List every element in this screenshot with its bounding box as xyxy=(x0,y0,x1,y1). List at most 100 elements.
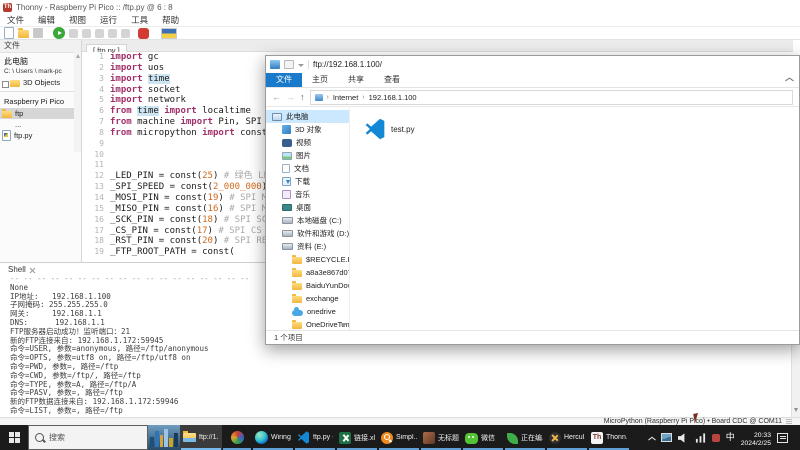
taskbar-apps: ftp://1... Wiring... ftp.py -... 链接.xl... Si… xyxy=(180,425,630,450)
files-this-pc[interactable]: 此电脑 xyxy=(4,56,79,67)
taskbar-button-paint[interactable]: 无标题... xyxy=(420,425,462,450)
taskbar-button-vscode[interactable]: ftp.py -... xyxy=(294,425,336,450)
nav-item-c[interactable]: 本地磁盘 (C:) xyxy=(266,214,349,227)
save-button[interactable] xyxy=(33,28,43,38)
thonny-statusbar: MicroPython (Raspberry Pi Pico) • Board … xyxy=(0,417,800,425)
step-into-button[interactable] xyxy=(95,29,104,38)
news-widget-thumbnail[interactable] xyxy=(148,425,180,450)
desktop-icon xyxy=(282,204,292,211)
code-token: 17 xyxy=(196,225,208,236)
explorer-file-list[interactable]: test.py xyxy=(350,106,799,331)
address-bar[interactable]: › Internet › 192.168.1.100 xyxy=(309,89,793,105)
hidden-icons-chevron-icon[interactable] xyxy=(648,434,655,441)
taskbar-button-explorer[interactable]: ftp://1... xyxy=(180,425,222,450)
photo-tray-icon[interactable] xyxy=(660,433,672,442)
nav-item-[interactable]: 音乐 xyxy=(266,188,349,201)
menu-item[interactable]: 运行 xyxy=(93,14,124,27)
taskbar-button-magor[interactable]: Simpl... xyxy=(378,425,420,450)
close-icon[interactable] xyxy=(30,267,36,273)
ribbon-collapse-icon[interactable] xyxy=(785,77,791,83)
quick-access-dropdown-icon[interactable] xyxy=(298,64,304,67)
tray-badge-icon[interactable] xyxy=(711,433,720,442)
volume-icon[interactable] xyxy=(677,432,689,443)
new-file-button[interactable] xyxy=(4,27,14,39)
nav-item-d[interactable]: 软件和游戏 (D:) xyxy=(266,227,349,240)
debug-button[interactable] xyxy=(69,29,78,38)
ribbon-tab-主页[interactable]: 主页 xyxy=(302,73,338,87)
run-button[interactable] xyxy=(53,27,65,39)
taskbar-button-swirl[interactable] xyxy=(222,425,252,450)
resume-button[interactable] xyxy=(121,29,130,38)
breadcrumb-internet[interactable]: Internet xyxy=(333,93,358,102)
files-panel-item-3dobjects[interactable]: 3D Objects xyxy=(0,77,81,88)
ribbon-tab-文件[interactable]: 文件 xyxy=(266,73,302,87)
ukraine-flag-button[interactable] xyxy=(161,27,177,39)
thonny-toolbar xyxy=(0,27,800,40)
nav-item-[interactable]: 此电脑 xyxy=(266,110,349,123)
nav-item-[interactable]: 文档 xyxy=(266,162,349,175)
nav-item-label: 资料 (E:) xyxy=(297,242,327,251)
nav-item-baiduyundow[interactable]: BaiduYunDow xyxy=(266,279,349,292)
nav-item-a8a3e867d07[interactable]: a8a3e867d07 xyxy=(266,266,349,279)
nav-item-[interactable]: 下载 xyxy=(266,175,349,188)
box3d-icon xyxy=(282,125,291,134)
action-center-icon[interactable] xyxy=(777,432,788,443)
explorer-statusbar: 1 个项目 xyxy=(266,330,799,344)
menu-item[interactable]: 帮助 xyxy=(155,14,186,27)
taskbar-clock[interactable]: 20:33 2024/2/25 xyxy=(741,428,771,448)
taskbar-button-leaf[interactable]: 正在编... xyxy=(504,425,546,450)
taskbar-button-excel[interactable]: 链接.xl... xyxy=(336,425,378,450)
code-text: import socket xyxy=(110,85,180,96)
nav-item-$recycle.bin[interactable]: $RECYCLE.BIN xyxy=(266,253,349,266)
ribbon-tab-查看[interactable]: 查看 xyxy=(374,73,410,87)
files-panel-item-...[interactable]: ... xyxy=(0,119,81,130)
nav-item-e[interactable]: 资料 (E:) xyxy=(266,240,349,253)
start-button[interactable] xyxy=(0,425,28,450)
step-out-button[interactable] xyxy=(108,29,117,38)
step-over-button[interactable] xyxy=(82,29,91,38)
quick-access-icon[interactable] xyxy=(284,60,294,69)
taskbar-button-herc[interactable]: Hercul... xyxy=(546,425,588,450)
taskbar-button-edge[interactable]: Wiring... xyxy=(252,425,294,450)
breadcrumb-host[interactable]: 192.168.1.100 xyxy=(369,93,417,102)
menu-item[interactable]: 编辑 xyxy=(31,14,62,27)
thonny-titlebar[interactable]: Th Thonny - Raspberry Pi Pico :: /ftp.py… xyxy=(0,0,800,14)
explorer-titlebar[interactable]: ftp://192.168.1.100/ xyxy=(266,56,799,73)
ribbon-tab-共享[interactable]: 共享 xyxy=(338,73,374,87)
nav-item-[interactable]: 桌面 xyxy=(266,201,349,214)
network-icon[interactable] xyxy=(695,432,706,443)
nav-item-[interactable]: 视频 xyxy=(266,136,349,149)
taskbar-button-wechat[interactable]: 微信 xyxy=(462,425,504,450)
forward-arrow-icon[interactable]: → xyxy=(286,88,295,106)
nav-item-onedrive[interactable]: onedrive xyxy=(266,305,349,318)
input-method-indicator[interactable]: 中 xyxy=(726,425,735,450)
code-token: _SPI_SPEED = const( xyxy=(110,182,213,193)
picture-icon xyxy=(282,151,292,160)
pc-icon xyxy=(272,112,282,121)
taskbar-button-label: Hercul... xyxy=(564,434,585,441)
taskbar-search-input[interactable]: 搜索 xyxy=(28,425,148,450)
code-token: micropython xyxy=(131,127,203,138)
line-number: 18 xyxy=(94,236,104,246)
up-arrow-icon[interactable]: ↑ xyxy=(300,88,305,106)
taskbar-button-thonny[interactable]: ThThonn... xyxy=(588,425,630,450)
line-number: 14 xyxy=(94,192,104,202)
back-arrow-icon[interactable]: ← xyxy=(272,88,281,106)
open-folder-button[interactable] xyxy=(18,28,29,38)
nav-item-3d[interactable]: 3D 对象 xyxy=(266,123,349,136)
menu-item[interactable]: 工具 xyxy=(124,14,155,27)
line-number: 17 xyxy=(94,225,104,235)
taskbar: 搜索 ftp://1... Wiring... ftp.py -... 链接.xl..… xyxy=(0,425,800,450)
files-panel-scrollbar[interactable] xyxy=(74,52,81,152)
file-item-test.py[interactable]: test.py xyxy=(364,118,415,140)
nav-scroll-down-icon[interactable] xyxy=(341,323,347,327)
files-panel-item-ftp[interactable]: ftp xyxy=(0,108,81,119)
code-token: time xyxy=(137,106,159,117)
menu-item[interactable]: 文件 xyxy=(0,14,31,27)
nav-item-[interactable]: 图片 xyxy=(266,149,349,162)
code-text: _SPI_SPEED = const(2_000_000) # xyxy=(110,182,278,193)
menu-item[interactable]: 视图 xyxy=(62,14,93,27)
nav-item-exchange[interactable]: exchange xyxy=(266,292,349,305)
files-panel-item-ftp.py[interactable]: ftp.py xyxy=(0,130,81,141)
stop-button[interactable] xyxy=(138,27,149,39)
